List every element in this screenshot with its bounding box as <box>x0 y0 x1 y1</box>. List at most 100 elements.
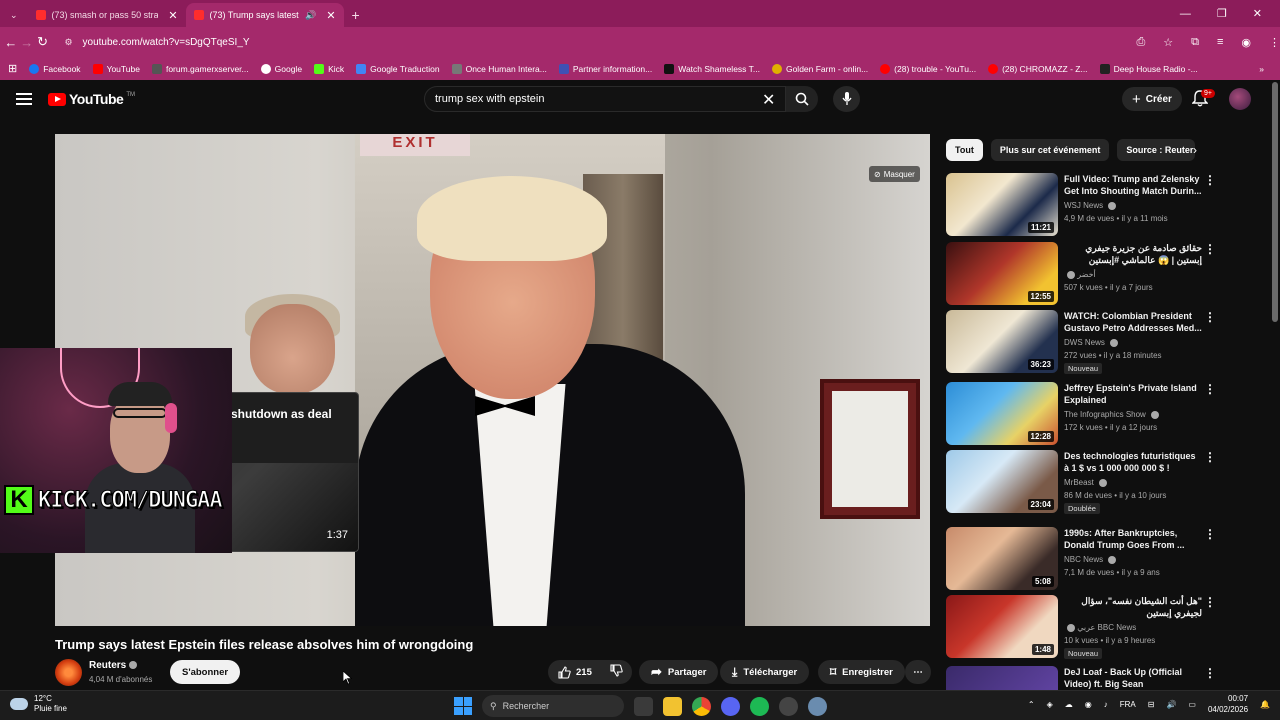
minimize-icon[interactable]: — <box>1180 8 1191 20</box>
bookmark-partner[interactable]: Partner information... <box>558 63 652 74</box>
cloud-icon[interactable]: ☁ <box>1065 700 1073 709</box>
browser-menu-icon[interactable]: ⋮ <box>1269 36 1280 49</box>
recommendation-channel[interactable]: أخضر <box>1064 270 1096 279</box>
clear-search-icon[interactable]: ✕ <box>762 90 775 110</box>
more-actions-button[interactable]: ⋯ <box>905 660 931 684</box>
chip-source-reuters[interactable]: Source : Reuter <box>1117 139 1196 161</box>
search-input[interactable]: trump sex with epstein <box>424 86 786 112</box>
recommendation-channel[interactable]: The Infographics Show <box>1064 410 1160 419</box>
tray-app-icon[interactable]: ◈ <box>1047 700 1053 709</box>
close-tab-icon[interactable]: ✕ <box>326 9 335 22</box>
hamburger-menu-icon[interactable] <box>16 93 32 108</box>
recommendation-item[interactable]: 5:08 1990s: After Bankruptcies, Donald Tr… <box>946 527 1266 591</box>
chevron-right-icon[interactable]: › <box>1193 143 1197 157</box>
forward-icon[interactable]: → <box>19 35 35 50</box>
like-button[interactable]: 215 <box>558 665 592 679</box>
recommendation-title[interactable]: حقائق صادمة عن جزيرة جيفري إبستين | 😱 عا… <box>1064 242 1202 266</box>
bookmark-youtube[interactable]: YouTube <box>92 63 140 74</box>
youtube-logo[interactable]: YouTube TM <box>48 91 135 107</box>
recommendation-item[interactable]: 12:28 Jeffrey Epstein's Private Island Ex… <box>946 382 1266 446</box>
recommendation-title[interactable]: "هل أنت الشيطان نفسه"، سؤال لجيفري إبستي… <box>1064 595 1202 619</box>
network-icon[interactable]: ⊟ <box>1148 700 1155 709</box>
channel-name[interactable]: Reuters <box>89 660 138 671</box>
more-vertical-icon[interactable]: ⋮ <box>1204 450 1216 464</box>
more-vertical-icon[interactable]: ⋮ <box>1204 310 1216 324</box>
hide-overlay-button[interactable]: ⊘ Masquer <box>869 166 920 182</box>
apps-grid-icon[interactable]: ⊞ <box>8 62 17 75</box>
recommendation-item[interactable]: DeJ Loaf - Back Up (Official Video) ft. … <box>946 666 1266 690</box>
spotify-icon[interactable] <box>750 696 769 716</box>
save-button[interactable]: ⌑ Enregistrer <box>818 660 905 684</box>
reload-icon[interactable]: ↻ <box>35 34 51 50</box>
recommendation-thumbnail[interactable]: 5:08 <box>946 527 1058 590</box>
language-indicator[interactable]: FRA <box>1120 700 1136 709</box>
bookmark-forum[interactable]: forum.gamerxserver... <box>151 63 249 74</box>
back-icon[interactable]: ← <box>3 35 19 50</box>
battery-icon[interactable]: ▭ <box>1188 700 1196 709</box>
recommendation-title[interactable]: WATCH: Colombian President Gustavo Petro… <box>1064 310 1202 334</box>
recommendation-title[interactable]: 1990s: After Bankruptcies, Donald Trump … <box>1064 527 1202 551</box>
recommendation-thumbnail[interactable] <box>946 666 1058 690</box>
speaker-icon[interactable]: 🔊 <box>305 10 316 21</box>
more-vertical-icon[interactable]: ⋮ <box>1204 595 1216 609</box>
bookmark-facebook[interactable]: Facebook <box>29 63 81 74</box>
search-button[interactable] <box>786 86 818 112</box>
recommendation-channel[interactable]: NBC News <box>1064 555 1117 564</box>
discord-icon[interactable] <box>721 696 740 716</box>
recommendation-item[interactable]: 11:21 Full Video: Trump and Zelensky Get … <box>946 173 1266 237</box>
recommendation-title[interactable]: DeJ Loaf - Back Up (Official Video) ft. … <box>1064 666 1202 690</box>
recommendation-thumbnail[interactable]: 36:23 <box>946 310 1058 373</box>
recommendation-item[interactable]: 1:48 "هل أنت الشيطان نفسه"، سؤال لجيفري إ… <box>946 595 1266 659</box>
dislike-button[interactable] <box>610 664 623 680</box>
browser-tab-2[interactable]: (73) Trump says latest Epste 🔊 ✕ <box>185 3 344 27</box>
close-tab-icon[interactable]: ✕ <box>168 9 177 22</box>
settings-gear-icon[interactable] <box>808 696 827 716</box>
weather-widget[interactable]: 12°C Pluie fine <box>10 694 67 714</box>
volume-icon[interactable]: 🔊 <box>1166 700 1176 709</box>
recommendation-channel[interactable]: DWS News <box>1064 338 1119 347</box>
more-vertical-icon[interactable]: ⋮ <box>1204 382 1216 396</box>
close-window-icon[interactable]: ✕ <box>1253 7 1262 20</box>
bookmark-shameless[interactable]: Watch Shameless T... <box>664 63 760 74</box>
taskbar-search[interactable]: ⚲ Rechercher <box>482 695 624 717</box>
recommendation-channel[interactable]: WSJ News <box>1064 201 1117 210</box>
chrome-icon[interactable] <box>692 696 711 716</box>
chip-more-event[interactable]: Plus sur cet événement <box>990 139 1110 161</box>
browser-tab-1[interactable]: (73) smash or pass 50 strangers ✕ <box>28 3 186 27</box>
bookmark-chromazz[interactable]: (28) CHROMAZZ - Z... <box>988 63 1088 74</box>
more-vertical-icon[interactable]: ⋮ <box>1204 242 1216 256</box>
bookmark-trouble[interactable]: (28) trouble - YouTu... <box>880 63 976 74</box>
microphone-icon[interactable]: ♪ <box>1104 700 1108 709</box>
bookmark-google[interactable]: Google <box>260 63 302 74</box>
more-vertical-icon[interactable]: ⋮ <box>1204 527 1216 541</box>
create-button[interactable]: + Créer <box>1122 87 1182 111</box>
recommendation-title[interactable]: Des technologies futuristiques à 1 $ vs … <box>1064 450 1202 474</box>
recommendation-item[interactable]: 12:55 حقائق صادمة عن جزيرة جيفري إبستين |… <box>946 242 1266 306</box>
bookmark-google-translate[interactable]: Google Traduction <box>356 63 440 74</box>
recommendation-channel[interactable]: BBC News عربي <box>1064 623 1136 632</box>
recommendation-thumbnail[interactable]: 12:55 <box>946 242 1058 305</box>
extensions-icon[interactable]: ⧉ <box>1191 36 1199 49</box>
install-app-icon[interactable]: ⎙ <box>1136 36 1145 49</box>
bookmark-kick[interactable]: Kick <box>314 63 344 74</box>
recommendation-channel[interactable]: MrBeast <box>1064 478 1108 487</box>
clock[interactable]: 00:07 04/02/2026 <box>1208 693 1248 715</box>
recommendation-thumbnail[interactable]: 23:04 <box>946 450 1058 513</box>
bookmark-once-human[interactable]: Once Human Intera... <box>451 63 547 74</box>
site-info-icon[interactable]: ⚙ <box>64 37 72 48</box>
chip-all[interactable]: Tout <box>946 139 983 161</box>
subscribe-button[interactable]: S'abonner <box>170 660 241 684</box>
tray-app-icon[interactable]: ◉ <box>1085 700 1092 709</box>
recommendation-item[interactable]: 23:04 Des technologies futuristiques à 1 … <box>946 450 1266 514</box>
page-scrollbar[interactable] <box>1272 82 1278 322</box>
new-tab-button[interactable]: + <box>344 3 368 27</box>
download-button[interactable]: ⤓ Télécharger <box>720 660 810 684</box>
bookmark-golden-farm[interactable]: Golden Farm - onlin... <box>771 63 868 74</box>
tab-list-button[interactable]: ⌄ <box>0 3 28 27</box>
account-avatar[interactable] <box>1229 88 1251 110</box>
windows-start-icon[interactable] <box>454 697 472 715</box>
recommendation-thumbnail[interactable]: 1:48 <box>946 595 1058 658</box>
obs-icon[interactable] <box>779 696 798 716</box>
more-vertical-icon[interactable]: ⋮ <box>1204 666 1216 680</box>
more-bookmarks-icon[interactable]: » <box>1259 64 1264 74</box>
